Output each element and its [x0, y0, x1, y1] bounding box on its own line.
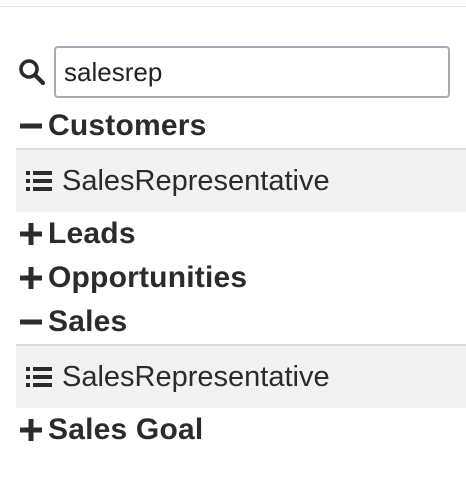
group-header-sales[interactable]: Sales [16, 300, 466, 344]
field-tree-panel: Customers SalesRepresentative [0, 0, 466, 486]
field-tree: Customers SalesRepresentative Leads Oppo… [16, 104, 466, 452]
plus-icon[interactable] [16, 415, 46, 445]
group-items-customers: SalesRepresentative [16, 148, 466, 212]
list-icon [26, 170, 52, 192]
search-input[interactable] [54, 46, 450, 98]
top-divider [0, 6, 466, 7]
minus-icon[interactable] [16, 307, 46, 337]
group-label: Sales [48, 305, 128, 338]
group-header-customers[interactable]: Customers [16, 104, 466, 148]
group-label: Customers [48, 109, 207, 142]
tree-item-label: SalesRepresentative [62, 360, 330, 393]
group-label: Sales Goal [48, 413, 204, 446]
group-label: Leads [48, 217, 136, 250]
group-label: Opportunities [48, 261, 248, 294]
group-header-sales-goal[interactable]: Sales Goal [16, 408, 466, 452]
tree-item-label: SalesRepresentative [62, 164, 330, 197]
minus-icon[interactable] [16, 111, 46, 141]
tree-item-salesrepresentative[interactable]: SalesRepresentative [16, 344, 466, 408]
search-icon [18, 58, 46, 86]
list-icon [26, 366, 52, 388]
group-items-sales: SalesRepresentative [16, 344, 466, 408]
group-header-leads[interactable]: Leads [16, 212, 466, 256]
group-header-opportunities[interactable]: Opportunities [16, 256, 466, 300]
plus-icon[interactable] [16, 219, 46, 249]
tree-item-salesrepresentative[interactable]: SalesRepresentative [16, 148, 466, 212]
plus-icon[interactable] [16, 263, 46, 293]
search-row [18, 46, 450, 98]
